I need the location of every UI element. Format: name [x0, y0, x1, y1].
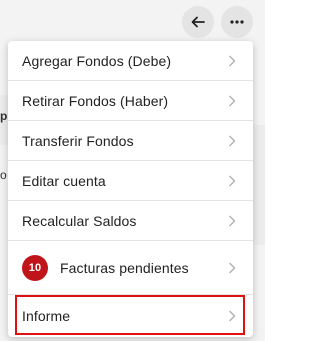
menu-item-agregar-fondos[interactable]: Agregar Fondos (Debe)	[8, 41, 253, 81]
menu-item-label: Facturas pendientes	[60, 259, 189, 276]
arrow-left-icon	[191, 16, 205, 28]
menu-item-editar-cuenta[interactable]: Editar cuenta	[8, 161, 253, 201]
menu-item-label: Editar cuenta	[22, 172, 106, 189]
more-options-button[interactable]	[221, 6, 253, 38]
chevron-right-icon	[227, 214, 237, 228]
background-text: o	[0, 168, 7, 182]
background-panel	[253, 125, 265, 245]
more-horizontal-icon	[230, 20, 244, 24]
back-button[interactable]	[182, 6, 214, 38]
menu-item-recalcular-saldos[interactable]: Recalcular Saldos	[8, 201, 253, 241]
chevron-right-icon	[227, 174, 237, 188]
chevron-right-icon	[227, 94, 237, 108]
menu-item-label: Transferir Fondos	[22, 132, 134, 149]
menu-item-facturas-pendientes[interactable]: 10 Facturas pendientes	[8, 241, 253, 295]
menu-item-label: Informe	[22, 308, 71, 324]
menu-item-retirar-fondos[interactable]: Retirar Fondos (Haber)	[8, 81, 253, 121]
pending-count-badge: 10	[22, 254, 48, 281]
chevron-right-icon	[227, 261, 237, 275]
menu-item-informe[interactable]: Informe	[8, 295, 253, 337]
chevron-right-icon	[227, 309, 237, 323]
chevron-right-icon	[227, 54, 237, 68]
menu-item-label: Retirar Fondos (Haber)	[22, 92, 169, 109]
menu-item-transferir-fondos[interactable]: Transferir Fondos	[8, 121, 253, 161]
chevron-right-icon	[227, 134, 237, 148]
actions-menu: Agregar Fondos (Debe) Retirar Fondos (Ha…	[8, 41, 253, 337]
background-text: p	[0, 109, 8, 123]
menu-item-label: Agregar Fondos (Debe)	[22, 52, 172, 69]
menu-item-label: Recalcular Saldos	[22, 212, 137, 229]
